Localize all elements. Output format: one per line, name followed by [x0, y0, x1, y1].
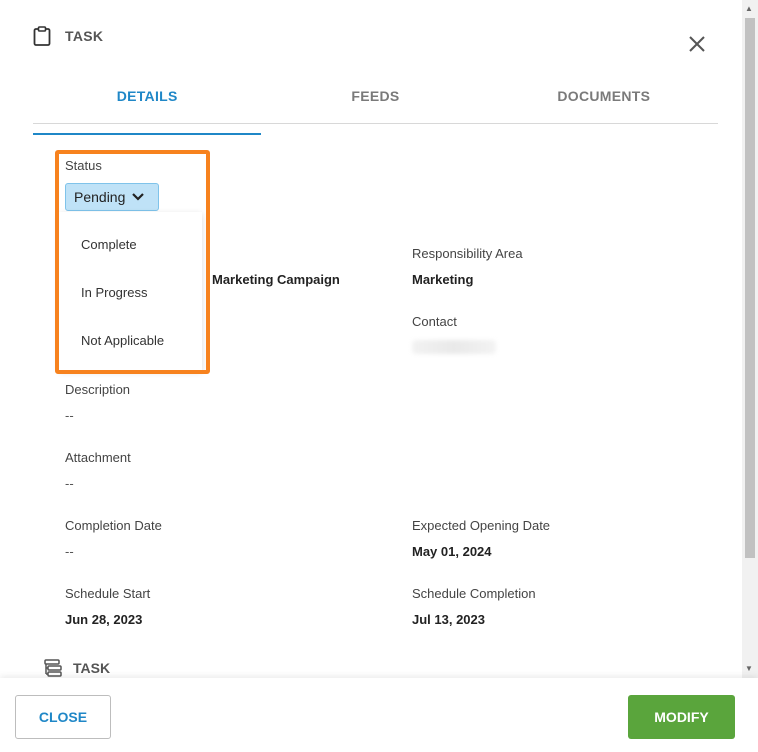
close-button[interactable]: CLOSE: [15, 695, 111, 739]
modal-title: TASK: [65, 28, 104, 44]
attachment-label: Attachment: [65, 450, 131, 465]
responsibility-area-value: Marketing: [412, 272, 474, 287]
contact-label: Contact: [412, 314, 457, 329]
schedule-start-value: Jun 28, 2023: [65, 612, 143, 627]
task-name-value: Marketing Campaign: [212, 272, 340, 287]
tab-documents[interactable]: DOCUMENTS: [490, 80, 718, 123]
schedule-start-label: Schedule Start: [65, 586, 151, 601]
contact-value-redacted: [412, 340, 496, 354]
close-icon[interactable]: [686, 33, 708, 55]
clipboard-icon: [33, 26, 51, 46]
scrollbar-thumb[interactable]: [745, 18, 755, 558]
expected-opening-date-label: Expected Opening Date: [412, 518, 551, 533]
tab-bar: DETAILS FEEDS DOCUMENTS: [33, 80, 718, 135]
attachment-value: --: [65, 476, 74, 491]
task-section-header: TASK: [43, 659, 110, 677]
hierarchy-icon: [44, 659, 62, 677]
status-dropdown-button[interactable]: Pending: [65, 183, 159, 211]
responsibility-area-label: Responsibility Area: [412, 246, 523, 261]
completion-date-value: --: [65, 544, 74, 559]
status-option-not-applicable[interactable]: Not Applicable: [81, 333, 164, 348]
status-dropdown-menu: Complete In Progress Not Applicable: [59, 212, 202, 370]
status-option-in-progress[interactable]: In Progress: [81, 285, 147, 300]
expected-opening-date-value: May 01, 2024: [412, 544, 492, 559]
modify-button[interactable]: MODIFY: [628, 695, 735, 739]
scroll-down-arrow-icon[interactable]: ▼: [745, 664, 753, 673]
description-label: Description: [65, 382, 131, 397]
status-value: Pending: [74, 189, 126, 205]
schedule-completion-label: Schedule Completion: [412, 586, 536, 601]
tab-details[interactable]: DETAILS: [33, 80, 262, 135]
tab-feeds[interactable]: FEEDS: [261, 80, 489, 123]
description-value: --: [65, 408, 74, 423]
status-label: Status: [65, 158, 102, 173]
status-option-complete[interactable]: Complete: [81, 237, 137, 252]
schedule-completion-value: Jul 13, 2023: [412, 612, 485, 627]
scroll-up-arrow-icon[interactable]: ▲: [745, 4, 753, 13]
completion-date-label: Completion Date: [65, 518, 162, 533]
task-section-title: TASK: [73, 660, 111, 676]
modal-header: TASK: [33, 26, 103, 46]
chevron-down-icon: [132, 193, 145, 201]
